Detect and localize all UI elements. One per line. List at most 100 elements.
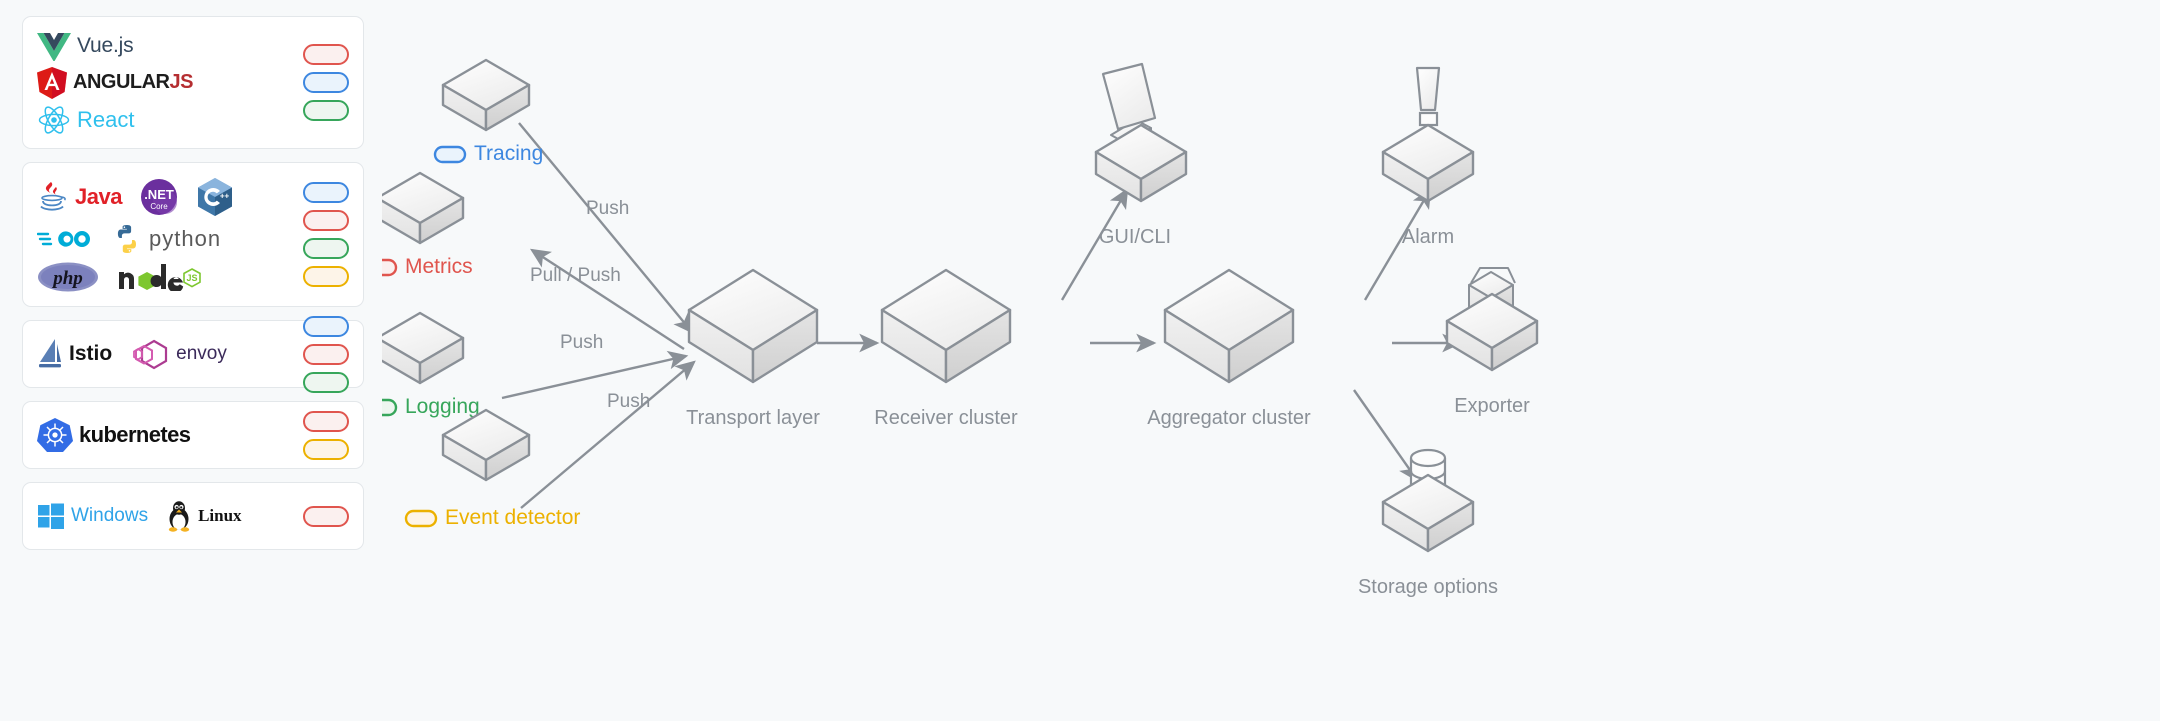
nodejs-logo: JS [119, 263, 201, 291]
edge-label-pull-push-metrics: Pull / Push [530, 265, 621, 286]
edge-label-push-logging: Push [560, 332, 603, 353]
pill-red[interactable] [303, 410, 349, 432]
logo-area: Vue.js ANGULARJS React [37, 31, 295, 135]
envoy-label: envoy [176, 343, 227, 364]
pill-group-mesh [295, 315, 349, 393]
stack-card-backend-languages[interactable]: Java .NET Core ++ python php JS [22, 162, 364, 307]
event-detector-pill-icon [404, 509, 438, 528]
vuejs-logo-item: Vue.js [37, 31, 134, 61]
exporter-label: Exporter [1454, 395, 1530, 417]
react-logo [38, 105, 70, 134]
gui-cli-label: GUI/CLI [1099, 226, 1171, 248]
stack-card-orchestration[interactable]: kubernetes [22, 401, 364, 469]
logo-row: React [37, 105, 295, 135]
logging-label: Logging [405, 395, 480, 418]
php-logo-item: php [37, 261, 99, 293]
edge-label-push-event: Push [607, 391, 650, 412]
kubernetes-logo-item: kubernetes [37, 417, 191, 453]
nodejs-logo-item: JS [117, 263, 201, 291]
storage-options-label: Storage options [1358, 576, 1498, 598]
istio-label: Istio [69, 342, 113, 365]
logo-row: php JS [37, 261, 295, 293]
pill-yellow[interactable] [303, 438, 349, 460]
python-icon [117, 224, 136, 253]
pill-group-languages [295, 182, 349, 287]
logo-row: kubernetes [37, 417, 295, 453]
pill-red[interactable] [303, 210, 349, 231]
diagram-svg: Push Pull / Push Push Push Tracing Metri… [382, 0, 2160, 721]
windows-logo-item: Windows [37, 502, 148, 530]
pill-yellow[interactable] [303, 266, 349, 287]
linux-label: Linux [198, 506, 242, 525]
svg-text:++: ++ [220, 191, 230, 200]
receiver-cluster-label: Receiver cluster [874, 407, 1018, 429]
pill-green[interactable] [303, 100, 349, 121]
cplusplus-logo: ++ [197, 177, 232, 216]
java-logo [40, 181, 66, 211]
react-logo-item: React [37, 105, 134, 135]
svg-text:php: php [51, 268, 83, 289]
kubernetes-label: kubernetes [79, 422, 191, 447]
vuejs-label: Vue.js [77, 33, 134, 57]
react-label: React [77, 106, 135, 132]
stack-card-operating-systems[interactable]: Windows Linux [22, 482, 364, 550]
pill-blue[interactable] [303, 182, 349, 203]
java-logo-item: Java [37, 180, 122, 214]
logo-row: python [37, 223, 295, 255]
pill-red[interactable] [303, 505, 349, 527]
go-logo [37, 230, 90, 247]
logging-pill-icon [382, 398, 398, 417]
logo-row: Istio envoy [37, 338, 295, 370]
pill-blue[interactable] [303, 315, 349, 337]
logo-area: Java .NET Core ++ python php JS [37, 177, 295, 293]
stack-card-frontend-frameworks[interactable]: Vue.js ANGULARJS React [22, 16, 364, 149]
linux-logo-item: Linux [166, 500, 242, 532]
app-root: Vue.js ANGULARJS React Java .NET Core ++… [0, 0, 2160, 721]
cplusplus-logo-item: ++ [196, 177, 234, 217]
stack-card-service-mesh[interactable]: Istio envoy [22, 315, 364, 393]
pill-group-os [295, 505, 349, 527]
pill-red[interactable] [303, 44, 349, 65]
metrics-label: Metrics [405, 255, 473, 278]
dotnet-core-logo-item: .NET Core [140, 178, 178, 216]
logo-area: Windows Linux [37, 500, 295, 532]
angularjs-label: ANGULARJS [73, 71, 193, 93]
envoy-icon [133, 339, 168, 370]
logo-row: Windows Linux [37, 500, 295, 532]
angularjs-logo-item: ANGULARJS [37, 66, 193, 99]
logo-row: Vue.js [37, 31, 295, 61]
linux-tux-logo [168, 501, 190, 532]
go-logo-item [37, 225, 93, 253]
aggregator-cluster-label: Aggregator cluster [1147, 407, 1311, 429]
svg-text:Core: Core [150, 202, 168, 211]
istio-logo-item: Istio [37, 338, 112, 370]
dotnet-core-logo: .NET Core [140, 178, 177, 215]
logo-row: ANGULARJS [37, 66, 295, 99]
pill-group-frontend [295, 44, 349, 121]
event-detector-label: Event detector [445, 506, 580, 529]
svg-text:.NET: .NET [144, 187, 174, 202]
python-label: python [149, 225, 222, 251]
pill-green[interactable] [303, 238, 349, 259]
logo-area: Istio envoy [37, 338, 295, 370]
python-logo-item: python [111, 223, 221, 255]
canvas-background [382, 0, 2160, 721]
tracing-pill-icon [433, 145, 467, 164]
php-logo: php [38, 262, 98, 291]
pill-red[interactable] [303, 343, 349, 365]
angularjs-logo [37, 66, 67, 99]
technology-stack-sidebar: Vue.js ANGULARJS React Java .NET Core ++… [0, 0, 382, 721]
java-label: Java [75, 183, 122, 209]
metrics-pill-icon [382, 258, 398, 277]
istio-logo [39, 339, 61, 368]
envoy-logo-item: envoy [130, 338, 227, 370]
pill-blue[interactable] [303, 72, 349, 93]
pill-group-orchestration [295, 410, 349, 460]
logo-row: Java .NET Core ++ [37, 177, 295, 217]
svg-text:JS: JS [186, 273, 197, 283]
vuejs-logo [37, 32, 71, 61]
logo-area: kubernetes [37, 417, 295, 453]
alarm-label: Alarm [1402, 226, 1454, 248]
windows-logo [38, 503, 64, 529]
pill-green[interactable] [303, 371, 349, 393]
